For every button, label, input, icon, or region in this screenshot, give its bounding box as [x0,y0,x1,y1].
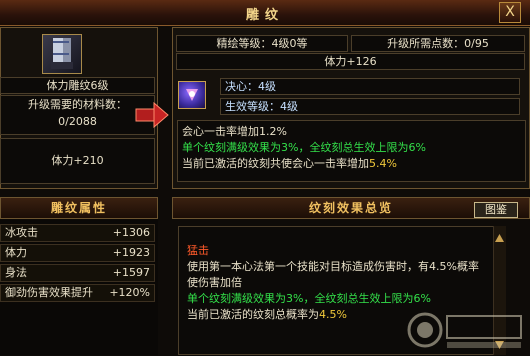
effect-current-prefix: 当前已激活的纹刻总概率为 [187,308,319,321]
effect-description: 会心一击率增加1.2% 单个纹刻满级效果为3%，全纹刻总生效上限为6% 当前已激… [177,120,526,182]
attributes-header: 雕纹属性 [0,197,158,219]
scroll-up-icon[interactable] [493,232,506,244]
effect-line-limit: 单个纹刻满级效果为3%，全纹刻总生效上限为6% [182,141,426,154]
effect-line-crit: 会心一击率增加1.2% [182,125,287,138]
boots-icon[interactable] [42,34,82,74]
effect-name: 猛击 [187,244,209,257]
attribute-label: 御劲伤害效果提升 [5,286,93,299]
attribute-label: 身法 [5,266,27,279]
attribute-row: 体力 +1923 [0,244,155,262]
attribute-value: +1597 [112,266,150,279]
attribute-value: +1306 [112,226,150,239]
watermark-logo [407,308,527,353]
window-title: 雕纹 [245,8,284,23]
right-arrow-icon [134,100,170,130]
material-requirement: 升级需要的材料数： 0/2088 [0,95,155,135]
resolve-level: 决心：4级 [220,78,520,95]
effect-line-current: 当前已激活的纹刻共使会心一击率增加5.4% [182,156,521,172]
requirement-value: 0/2088 [58,115,97,128]
requirement-label: 升级需要的材料数： [28,98,127,111]
stat-bonus: 体力+126 [176,53,525,70]
attribute-row: 身法 +1597 [0,264,155,282]
upgrade-points: 升级所需点数：0/95 [351,35,525,52]
current-prefix: 当前已激活的纹刻共使会心一击率增加 [182,157,369,170]
item-name: 体力雕纹6级 [0,77,155,94]
effect-body: 使用第一本心法第一个技能对目标造成伤害时，有4.5%概率使伤害加倍 [187,260,479,289]
attribute-row: 御劲伤害效果提升 +120% [0,284,155,302]
pink-rune-icon[interactable] [178,81,206,109]
effect-current-value: 4.5% [319,308,347,321]
attribute-value: +1923 [112,246,150,259]
effect-limit: 单个纹刻满级效果为3%，全纹刻总生效上限为6% [187,292,431,305]
attribute-row: 冰攻击 +1306 [0,224,155,242]
attribute-value: +120% [109,286,150,299]
attribute-label: 冰攻击 [5,226,38,239]
attribute-label: 体力 [5,246,27,259]
close-button[interactable]: X [499,2,521,23]
rank-level: 精绘等级：4级0等 [176,35,348,52]
effect-level: 生效等级：4级 [220,98,520,115]
item-stat: 体力+210 [0,138,155,184]
current-value: 5.4% [369,157,397,170]
gallery-button[interactable]: 图鉴 [474,202,518,218]
